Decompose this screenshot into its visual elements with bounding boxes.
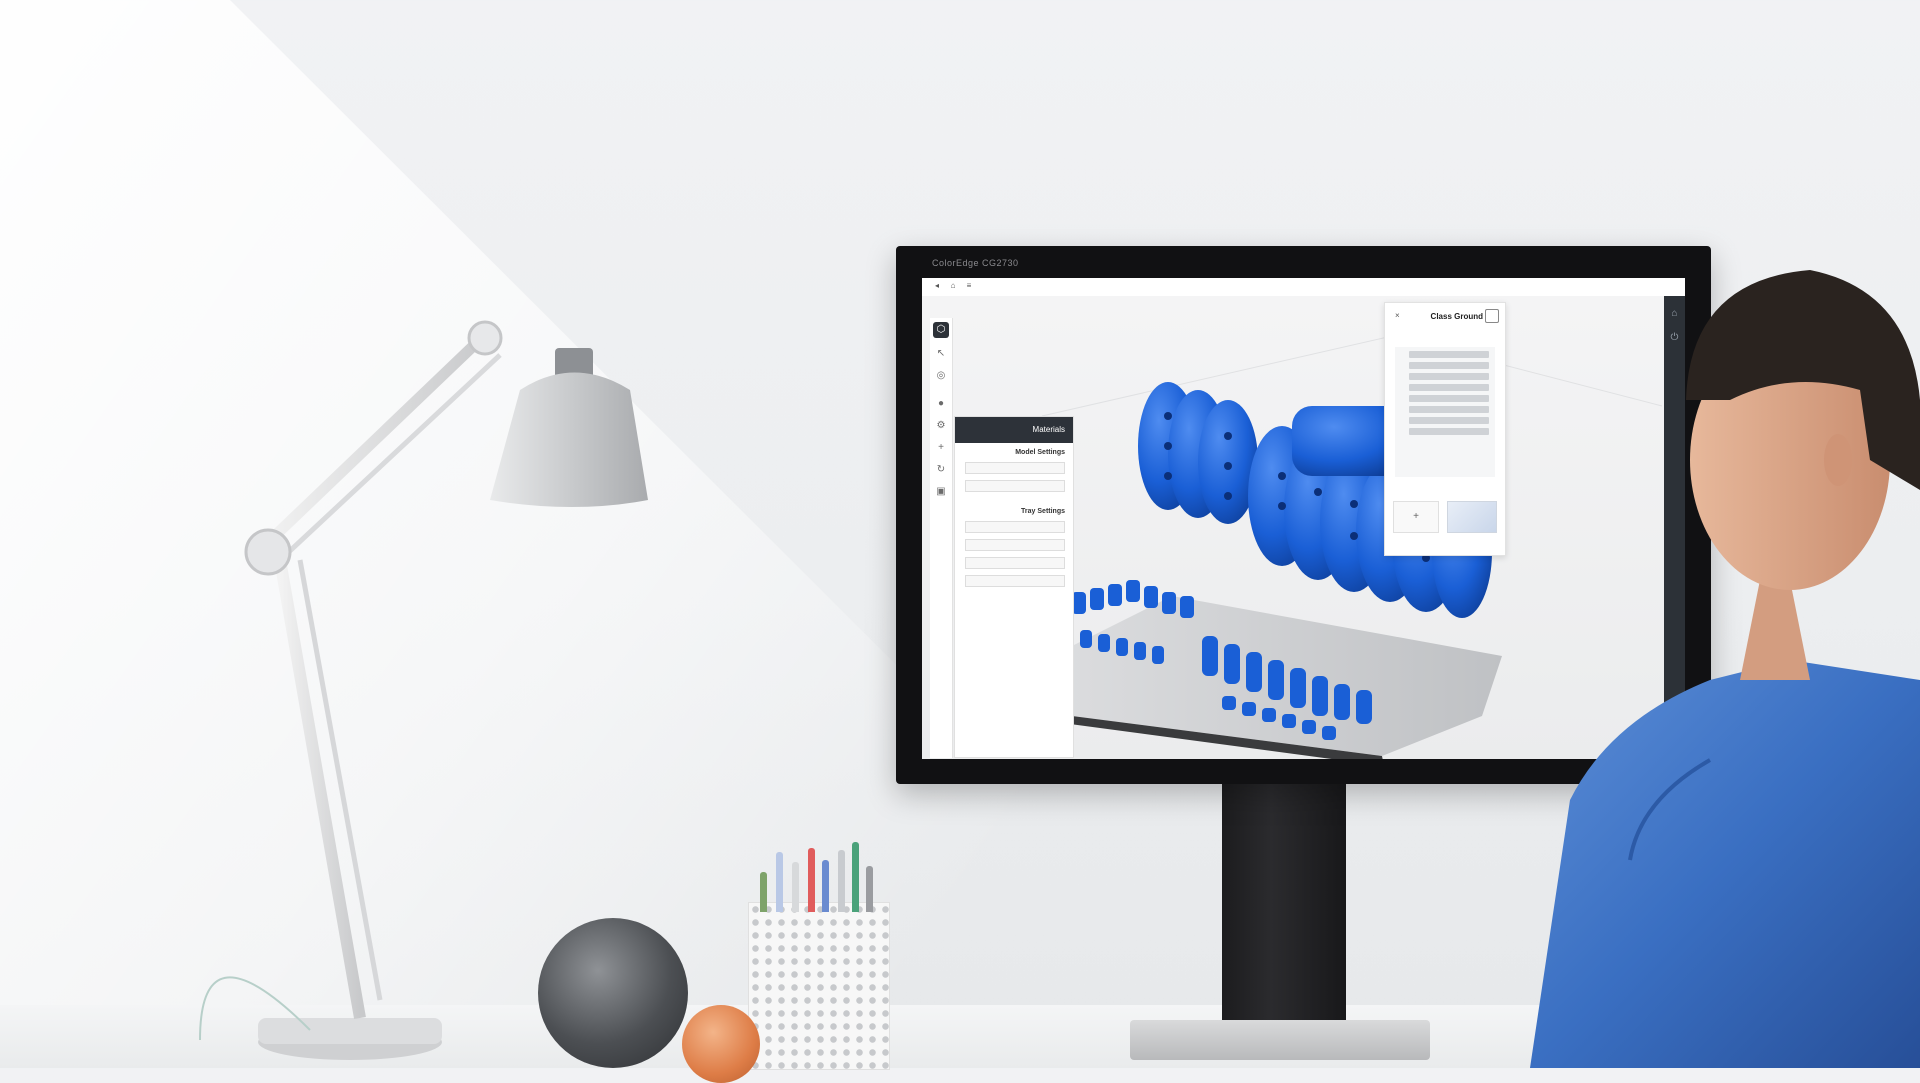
field-label <box>955 515 1073 518</box>
field-label <box>955 456 1073 459</box>
tool-strip: ⬡ ↖ ◎ ● ⚙ + ↻ ▣ <box>930 318 953 758</box>
pen <box>866 866 873 912</box>
list-item[interactable] <box>1409 351 1489 358</box>
settings-panel: Materials Model Settings Tray Settings <box>954 416 1074 758</box>
close-icon[interactable]: × <box>1395 311 1400 320</box>
pen <box>760 872 767 912</box>
list-item[interactable] <box>1409 362 1489 369</box>
refresh-icon[interactable]: ↻ <box>933 462 949 478</box>
move-tool-icon[interactable]: ↖ <box>933 346 949 362</box>
list-item[interactable] <box>1409 384 1489 391</box>
select-tool-icon[interactable]: ⬡ <box>933 322 949 338</box>
add-icon[interactable]: + <box>933 440 949 456</box>
pen <box>822 860 829 912</box>
list-item[interactable] <box>1409 395 1489 402</box>
field-label <box>955 551 1073 554</box>
orange-ball <box>682 1005 760 1083</box>
settings-field[interactable] <box>965 575 1065 587</box>
rotate-tool-icon[interactable]: ◎ <box>933 368 949 384</box>
settings-field[interactable] <box>965 539 1065 551</box>
object-list <box>1395 347 1495 477</box>
field-label <box>955 474 1073 477</box>
list-item[interactable] <box>1409 428 1489 435</box>
settings-field[interactable] <box>965 462 1065 474</box>
pen <box>852 842 859 912</box>
monitor-stand-base <box>1130 1020 1430 1060</box>
home-icon[interactable]: ⌂ <box>948 281 958 291</box>
pen <box>838 850 845 912</box>
monitor-stand <box>1222 784 1346 1034</box>
add-button[interactable]: + <box>1393 501 1439 533</box>
menu-icon[interactable]: ≡ <box>964 281 974 291</box>
list-item[interactable] <box>1409 406 1489 413</box>
panel-title: Class Ground <box>1430 312 1483 321</box>
tray-settings-title: Tray Settings <box>1021 508 1065 515</box>
object-list-panel: × Class Ground + <box>1384 302 1506 556</box>
settings-field[interactable] <box>965 557 1065 569</box>
info-icon[interactable]: ● <box>933 396 949 412</box>
back-icon[interactable]: ◂ <box>932 281 942 291</box>
pen <box>808 848 815 912</box>
model-settings-title: Model Settings <box>1015 449 1065 456</box>
settings-icon[interactable]: ⚙ <box>933 418 949 434</box>
pen <box>776 852 783 912</box>
field-label <box>955 533 1073 536</box>
field-label <box>955 569 1073 572</box>
panel-header: Materials <box>955 417 1073 443</box>
person <box>1530 270 1920 1068</box>
pen <box>792 862 799 912</box>
pen-cup <box>748 902 890 1070</box>
image-icon[interactable]: ▣ <box>933 484 949 500</box>
settings-field[interactable] <box>965 521 1065 533</box>
list-item[interactable] <box>1409 373 1489 380</box>
monitor-brand: ColorEdge CG2730 <box>932 258 1019 268</box>
settings-field[interactable] <box>965 480 1065 492</box>
list-item[interactable] <box>1409 417 1489 424</box>
sphere-speaker <box>538 918 688 1068</box>
